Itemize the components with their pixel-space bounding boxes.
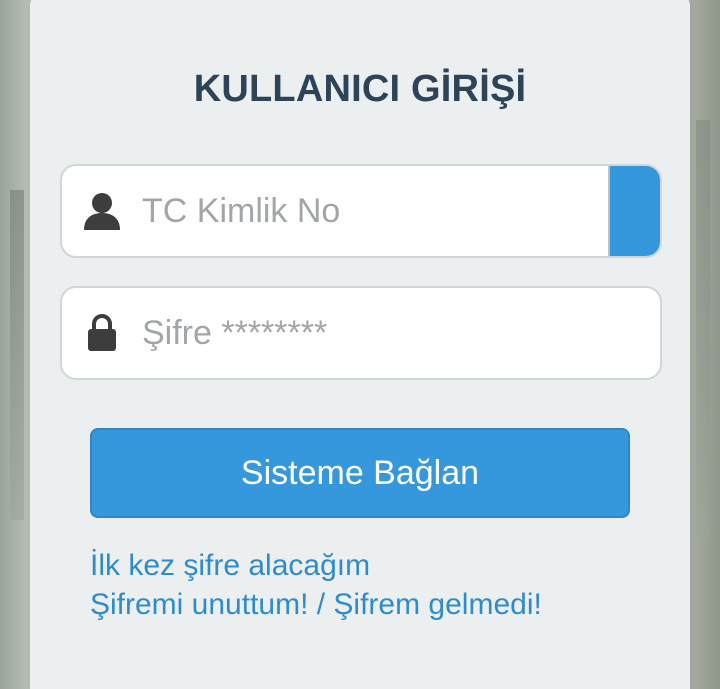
first-time-password-link[interactable]: İlk kez şifre alacağım	[90, 546, 542, 585]
login-card: KULLANICI GİRİŞİ Sisteme Bağlan İlk kez …	[30, 0, 690, 689]
login-button[interactable]: Sisteme Bağlan	[90, 428, 630, 518]
help-links: İlk kez şifre alacağım Şifremi unuttum! …	[90, 546, 542, 624]
tc-kimlik-input[interactable]	[142, 166, 582, 256]
background-post-left	[10, 190, 24, 520]
tc-field-side-button[interactable]	[608, 166, 660, 256]
page-title: KULLANICI GİRİŞİ	[193, 68, 527, 110]
tc-field-wrapper	[60, 164, 662, 258]
forgot-password-link[interactable]: Şifremi unuttum! / Şifrem gelmedi!	[90, 585, 542, 624]
password-field-wrapper	[60, 286, 662, 380]
user-icon	[82, 192, 122, 230]
password-input[interactable]	[142, 288, 582, 378]
background-post-right	[696, 120, 710, 540]
lock-icon	[82, 314, 122, 352]
